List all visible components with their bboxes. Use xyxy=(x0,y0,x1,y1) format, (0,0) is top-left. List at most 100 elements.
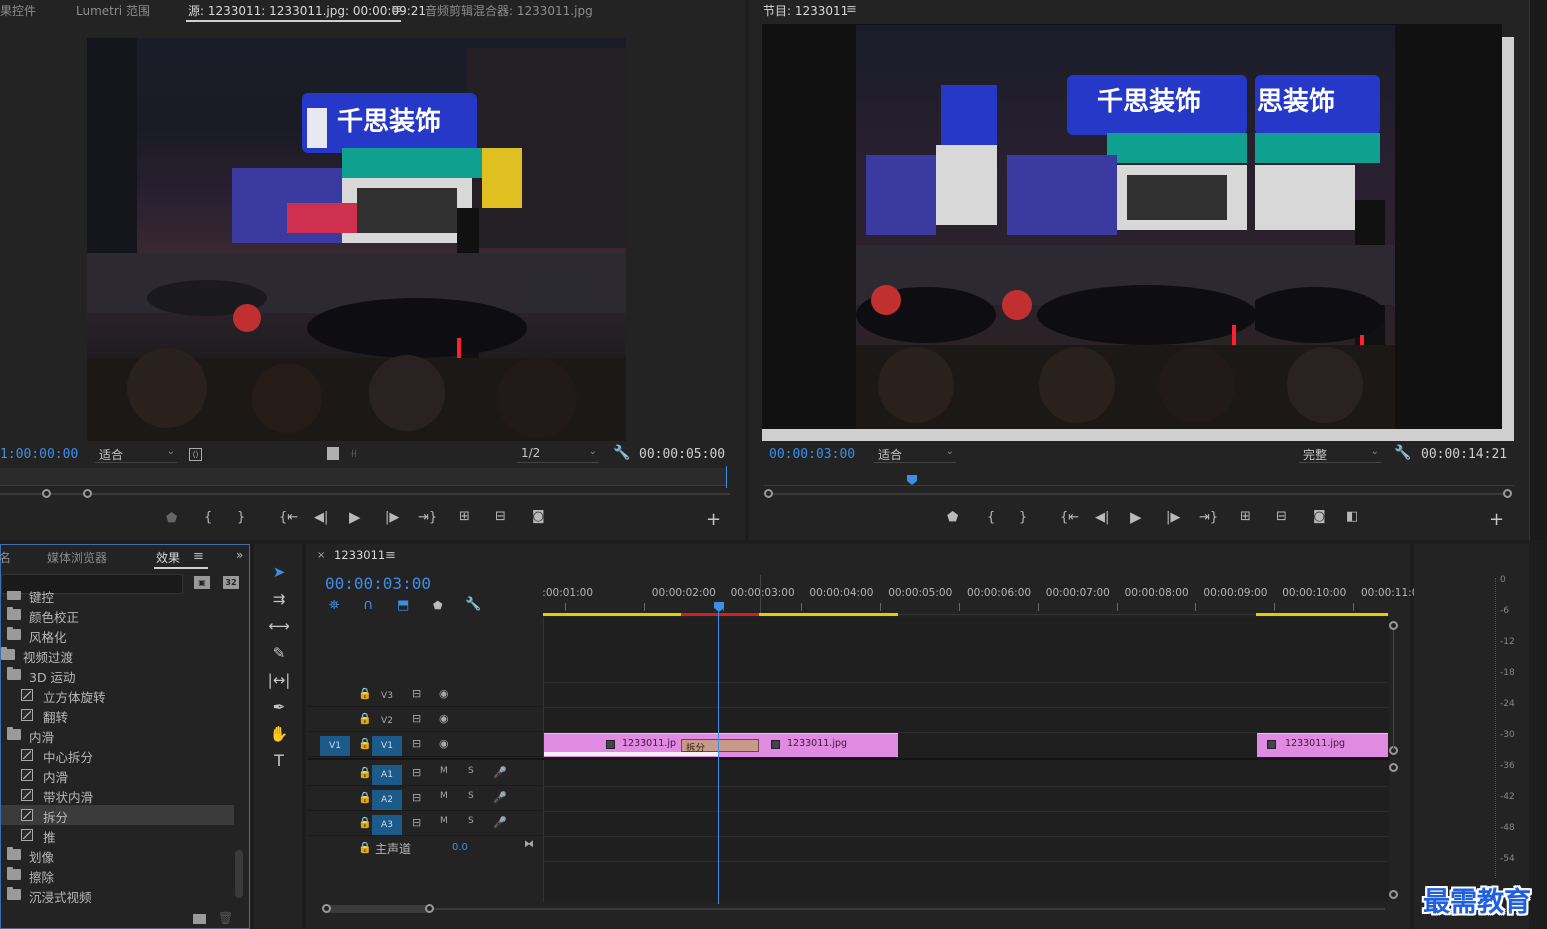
effect-item[interactable]: 中心拆分 xyxy=(1,745,234,765)
effect-item[interactable]: 推 xyxy=(1,825,234,845)
ripple-edit-tool-icon[interactable]: ⟷ xyxy=(267,615,291,637)
microphone-icon[interactable]: 🎤 xyxy=(493,816,507,829)
delete-icon[interactable]: 🗑 xyxy=(218,911,233,925)
track-header-v1[interactable]: V1 🔒 V1 ⊟ ◉ xyxy=(308,732,543,757)
lock-icon[interactable]: 🔒 xyxy=(358,712,372,725)
scroll-handle-right[interactable] xyxy=(83,489,92,498)
eye-icon[interactable]: ◉ xyxy=(439,687,449,700)
lock-icon[interactable]: 🔒 xyxy=(358,791,372,804)
track-header-v3[interactable]: 🔒 V3 ⊟ ◉ xyxy=(308,682,543,707)
hand-tool-icon[interactable]: ✋ xyxy=(267,723,291,745)
microphone-icon[interactable]: 🎤 xyxy=(493,766,507,779)
track-label-a1[interactable]: A1 xyxy=(372,765,402,785)
export-frame-icon[interactable]: ◙ xyxy=(1313,509,1326,524)
scroll-handle-right[interactable] xyxy=(1503,489,1512,498)
source-patch-v1[interactable]: V1 xyxy=(320,736,350,756)
track-label-v2[interactable]: V2 xyxy=(372,711,402,731)
source-zoom-scrollbar[interactable] xyxy=(0,493,730,495)
mark-in-icon[interactable]: { xyxy=(987,510,995,525)
microphone-icon[interactable]: 🎤 xyxy=(493,791,507,804)
overwrite-icon[interactable]: ⊟ xyxy=(495,509,506,524)
solo-button[interactable]: S xyxy=(468,816,474,826)
vscroll-bottom-icon[interactable] xyxy=(1389,890,1398,899)
timeline-hscroll[interactable] xyxy=(325,908,1385,910)
lock-icon[interactable]: 🔒 xyxy=(358,766,372,779)
sync-lock-icon[interactable]: ⊟ xyxy=(412,766,421,779)
effects-folder[interactable]: 内滑 xyxy=(1,725,234,745)
mark-in-icon[interactable]: { xyxy=(204,510,212,525)
mark-out-icon[interactable]: } xyxy=(237,510,245,525)
effects-folder[interactable]: 风格化 xyxy=(1,625,234,645)
new-bin-icon[interactable] xyxy=(193,914,206,924)
hscroll-right-handle[interactable] xyxy=(425,904,434,913)
jump-to-end-icon[interactable]: ⧓ xyxy=(524,839,534,850)
track-header-v2[interactable]: 🔒 V2 ⊟ ◉ xyxy=(308,707,543,732)
add-marker-icon[interactable]: ⬟ xyxy=(947,510,958,525)
track-label-a3[interactable]: A3 xyxy=(372,815,402,835)
effects-folder[interactable]: 视频过渡 xyxy=(1,645,234,665)
effect-item[interactable]: 带状内滑 xyxy=(1,785,234,805)
step-back-icon[interactable]: ◀| xyxy=(314,510,328,525)
track-header-a1[interactable]: 🔒 A1 ⊟ M S 🎤 xyxy=(308,761,543,786)
lock-icon[interactable]: 🔒 xyxy=(358,687,372,700)
comparison-view-icon[interactable]: ◧ xyxy=(1346,509,1358,524)
settings-toggle-icon[interactable]: ⟨⟩ xyxy=(189,448,202,461)
lock-icon[interactable]: 🔒 xyxy=(358,737,372,750)
program-zoom-scrollbar[interactable] xyxy=(769,493,1509,495)
scroll-handle-left[interactable] xyxy=(764,489,773,498)
panel-overflow-icon[interactable]: » xyxy=(236,548,243,562)
effect-item[interactable]: 拆分 xyxy=(1,805,234,825)
video-clip-2[interactable]: 1233011.jpg xyxy=(759,733,898,757)
tab-audio-clip-mixer[interactable]: 音频剪辑混合器: 1233011.jpg xyxy=(425,2,593,19)
razor-tool-icon[interactable]: ✎ xyxy=(267,642,291,664)
extract-icon[interactable]: ⊟ xyxy=(1276,509,1287,524)
lift-icon[interactable]: ⊞ xyxy=(1240,509,1251,524)
vscroll-top-icon[interactable] xyxy=(1389,621,1398,630)
step-back-icon[interactable]: ◀| xyxy=(1095,510,1109,525)
type-tool-icon[interactable]: T xyxy=(267,750,291,772)
track-header-master[interactable]: 🔒 主声道 0.0 ⧓ xyxy=(308,836,543,861)
go-to-out-icon[interactable]: ⇥} xyxy=(418,510,437,525)
selection-tool-icon[interactable]: ➤ xyxy=(267,561,291,583)
effects-folder[interactable]: 擦除 xyxy=(1,865,234,885)
play-icon[interactable]: ▶ xyxy=(1130,508,1142,526)
source-playhead-marker[interactable] xyxy=(726,466,727,488)
track-label-v1[interactable]: V1 xyxy=(372,736,402,756)
eye-icon[interactable]: ◉ xyxy=(439,712,449,725)
timeline-settings-wrench-icon[interactable]: 🔧 xyxy=(465,597,481,612)
pen-tool-icon[interactable]: ✒ xyxy=(267,696,291,718)
sequence-tab-menu-icon[interactable]: ≡ xyxy=(385,548,396,563)
source-playhead-timecode[interactable]: 1:00:00:00 xyxy=(0,447,78,462)
effect-item[interactable]: 立方体旋转 xyxy=(1,685,234,705)
track-label-a2[interactable]: A2 xyxy=(372,790,402,810)
work-area-bar[interactable] xyxy=(543,613,681,616)
button-editor-plus-icon[interactable]: + xyxy=(706,509,721,530)
go-to-in-icon[interactable]: {⇤ xyxy=(1060,510,1079,525)
program-playhead-timecode[interactable]: 00:00:03:00 xyxy=(769,447,855,462)
program-tab-menu-icon[interactable]: ≡ xyxy=(846,2,857,17)
timeline-hscroll-thumb[interactable] xyxy=(325,905,430,913)
track-header-a2[interactable]: 🔒 A2 ⊟ M S 🎤 xyxy=(308,786,543,811)
lock-icon[interactable]: 🔒 xyxy=(358,816,372,829)
effects-scrollbar[interactable] xyxy=(235,850,243,898)
sync-lock-icon[interactable]: ⊟ xyxy=(412,816,421,829)
close-icon[interactable]: × xyxy=(317,550,325,561)
sync-lock-icon[interactable]: ⊟ xyxy=(412,791,421,804)
mute-button[interactable]: M xyxy=(440,816,448,826)
track-select-tool-icon[interactable]: ⇉ xyxy=(267,588,291,610)
video-clip-3[interactable]: 1233011.jpg xyxy=(1257,733,1388,757)
source-zoom-dropdown[interactable]: 适合 ⌄ xyxy=(95,446,177,463)
wrench-icon[interactable]: 🔧 xyxy=(1394,445,1411,461)
sequence-tab[interactable]: 1233011 xyxy=(334,548,385,562)
tab-effect-controls[interactable]: 果控件 xyxy=(0,2,36,19)
tab-effects[interactable]: 效果 xyxy=(156,549,180,566)
effects-folder[interactable]: 键控 xyxy=(1,591,234,605)
vscroll-mid2-icon[interactable] xyxy=(1389,763,1398,772)
timeline-playhead-line[interactable] xyxy=(718,612,719,904)
vscroll-track[interactable] xyxy=(1393,630,1394,750)
drag-audio-icon[interactable]: ⟊⟊ xyxy=(351,447,357,461)
effects-folder[interactable]: 沉浸式视频 xyxy=(1,885,234,905)
lock-icon[interactable]: 🔒 xyxy=(358,841,372,854)
track-label-v3[interactable]: V3 xyxy=(372,686,402,706)
accelerated-effects-icon[interactable]: ▣ xyxy=(194,576,210,589)
